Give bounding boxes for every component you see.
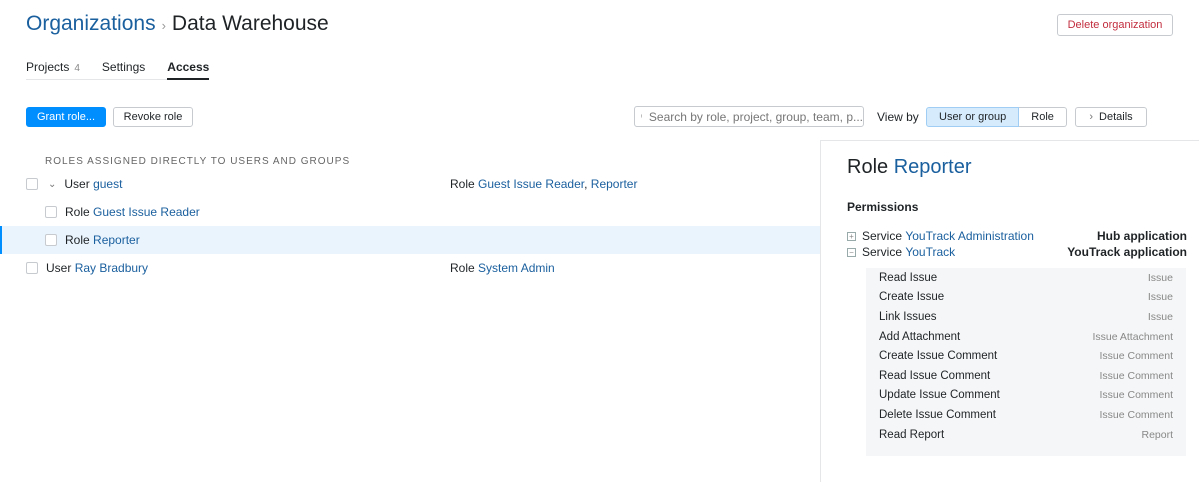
view-by-toggle: User or group Role bbox=[926, 107, 1067, 127]
table-row[interactable]: Role Guest Issue Reader bbox=[0, 198, 820, 226]
view-by-label: View by bbox=[877, 110, 919, 124]
search-input[interactable]: Search by role, project, group, team, p.… bbox=[634, 106, 864, 127]
service-prefix: Service bbox=[862, 245, 903, 259]
permission-name: Update Issue Comment bbox=[879, 389, 1000, 402]
details-button[interactable]: › Details bbox=[1075, 107, 1147, 127]
title-prefix: Role bbox=[847, 156, 889, 178]
permission-name: Delete Issue Comment bbox=[879, 408, 996, 421]
roles-cell: Role System Admin bbox=[450, 261, 555, 275]
projects-count: 4 bbox=[74, 63, 80, 74]
service-app: Hub application bbox=[1097, 229, 1187, 243]
service-row[interactable]: + Service YouTrack Administration Hub appl… bbox=[847, 229, 1187, 243]
row-prefix: User bbox=[64, 177, 90, 191]
service-link[interactable]: YouTrack Administration bbox=[905, 229, 1034, 243]
role-link[interactable]: Reporter bbox=[591, 177, 638, 191]
revoke-role-button[interactable]: Revoke role bbox=[113, 107, 193, 127]
permission-item: Read Report Report bbox=[866, 425, 1186, 445]
breadcrumb-separator: › bbox=[161, 18, 166, 33]
row-checkbox[interactable] bbox=[26, 262, 38, 274]
grant-role-button[interactable]: Grant role... bbox=[26, 107, 106, 127]
tab-settings[interactable]: Settings bbox=[102, 60, 145, 80]
permission-name: Add Attachment bbox=[879, 330, 961, 343]
permission-name: Read Issue bbox=[879, 271, 938, 284]
permission-type: Issue bbox=[1147, 310, 1173, 323]
permission-item: Link Issues Issue bbox=[866, 307, 1186, 327]
role-link[interactable]: Guest Issue Reader bbox=[93, 205, 200, 219]
permission-type: Issue Comment bbox=[1099, 350, 1173, 363]
permission-item: Update Issue Comment Issue Comment bbox=[866, 386, 1186, 406]
permission-type: Issue bbox=[1147, 271, 1173, 284]
delete-organization-button[interactable]: Delete organization bbox=[1057, 14, 1173, 36]
permission-name: Create Issue bbox=[879, 291, 945, 304]
tab-projects[interactable]: Projects 4 bbox=[26, 60, 80, 80]
permission-name: Read Report bbox=[879, 428, 945, 441]
search-placeholder: Search by role, project, group, team, p.… bbox=[648, 109, 863, 124]
row-prefix: Role bbox=[65, 233, 90, 247]
role-separator: , bbox=[584, 177, 588, 191]
view-role-button[interactable]: Role bbox=[1019, 107, 1067, 127]
table-row[interactable]: ⌄ User guest Role Guest Issue Reader, Re… bbox=[0, 170, 820, 198]
user-link[interactable]: Ray Bradbury bbox=[75, 261, 148, 275]
permission-item: Read Issue Issue bbox=[866, 268, 1186, 288]
roles-cell: Role Guest Issue Reader, Reporter bbox=[450, 177, 637, 191]
breadcrumb-current: Data Warehouse bbox=[171, 12, 329, 35]
tab-access[interactable]: Access bbox=[167, 60, 210, 80]
tab-label: Projects bbox=[26, 60, 70, 74]
table-row-selected[interactable]: Role Reporter bbox=[0, 226, 820, 254]
search-icon bbox=[641, 113, 642, 118]
role-link[interactable]: Guest Issue Reader bbox=[478, 177, 584, 191]
permission-name: Link Issues bbox=[879, 310, 937, 323]
service-link[interactable]: YouTrack bbox=[905, 245, 955, 259]
permission-item: Create Issue Issue bbox=[866, 288, 1186, 308]
permission-type: Issue Comment bbox=[1099, 389, 1173, 402]
permission-type: Issue Comment bbox=[1099, 369, 1173, 382]
view-user-or-group-button[interactable]: User or group bbox=[926, 107, 1020, 127]
permission-item: Delete Issue Comment Issue Comment bbox=[866, 405, 1186, 425]
chevron-down-icon[interactable]: ⌄ bbox=[48, 179, 56, 190]
permission-type: Issue bbox=[1147, 291, 1173, 304]
permissions-heading: Permissions bbox=[847, 200, 919, 214]
row-checkbox[interactable] bbox=[45, 234, 57, 246]
permission-type: Issue Comment bbox=[1099, 408, 1173, 421]
permission-name: Read Issue Comment bbox=[879, 369, 991, 382]
chevron-right-icon: › bbox=[1089, 111, 1094, 123]
breadcrumb-organizations[interactable]: Organizations bbox=[26, 12, 156, 35]
panel-title: Role Reporter bbox=[847, 156, 972, 179]
permission-type: Report bbox=[1141, 428, 1173, 441]
details-label: Details bbox=[1099, 111, 1133, 123]
tabs: Projects 4 Settings Access bbox=[26, 60, 210, 80]
role-link[interactable]: System Admin bbox=[478, 261, 555, 275]
user-link[interactable]: guest bbox=[93, 177, 122, 191]
permission-item: Add Attachment Issue Attachment bbox=[866, 327, 1186, 347]
role-prefix: Role bbox=[450, 177, 475, 191]
row-checkbox[interactable] bbox=[26, 178, 38, 190]
row-prefix: User bbox=[46, 261, 72, 275]
role-prefix: Role bbox=[450, 261, 475, 275]
collapse-icon[interactable]: − bbox=[847, 247, 856, 257]
expand-icon[interactable]: + bbox=[847, 231, 856, 241]
service-app: YouTrack application bbox=[1067, 245, 1187, 259]
service-row[interactable]: − Service YouTrack YouTrack application bbox=[847, 245, 1187, 259]
permission-item: Create Issue Comment Issue Comment bbox=[866, 346, 1186, 366]
row-prefix: Role bbox=[65, 205, 90, 219]
permission-type: Issue Attachment bbox=[1092, 330, 1173, 343]
permission-list: Read Issue Issue Create Issue Issue Link Iss… bbox=[866, 268, 1186, 456]
service-prefix: Service bbox=[862, 229, 903, 243]
page-title: Organizations › Data Warehouse bbox=[26, 12, 329, 36]
permission-name: Create Issue Comment bbox=[879, 350, 998, 363]
section-header: ROLES ASSIGNED DIRECTLY TO USERS AND GRO… bbox=[45, 156, 351, 167]
permission-item: Read Issue Comment Issue Comment bbox=[866, 366, 1186, 386]
row-checkbox[interactable] bbox=[45, 206, 57, 218]
role-link[interactable]: Reporter bbox=[93, 233, 140, 247]
role-name-link[interactable]: Reporter bbox=[894, 156, 972, 178]
table-row[interactable]: User Ray Bradbury Role System Admin bbox=[0, 254, 820, 282]
